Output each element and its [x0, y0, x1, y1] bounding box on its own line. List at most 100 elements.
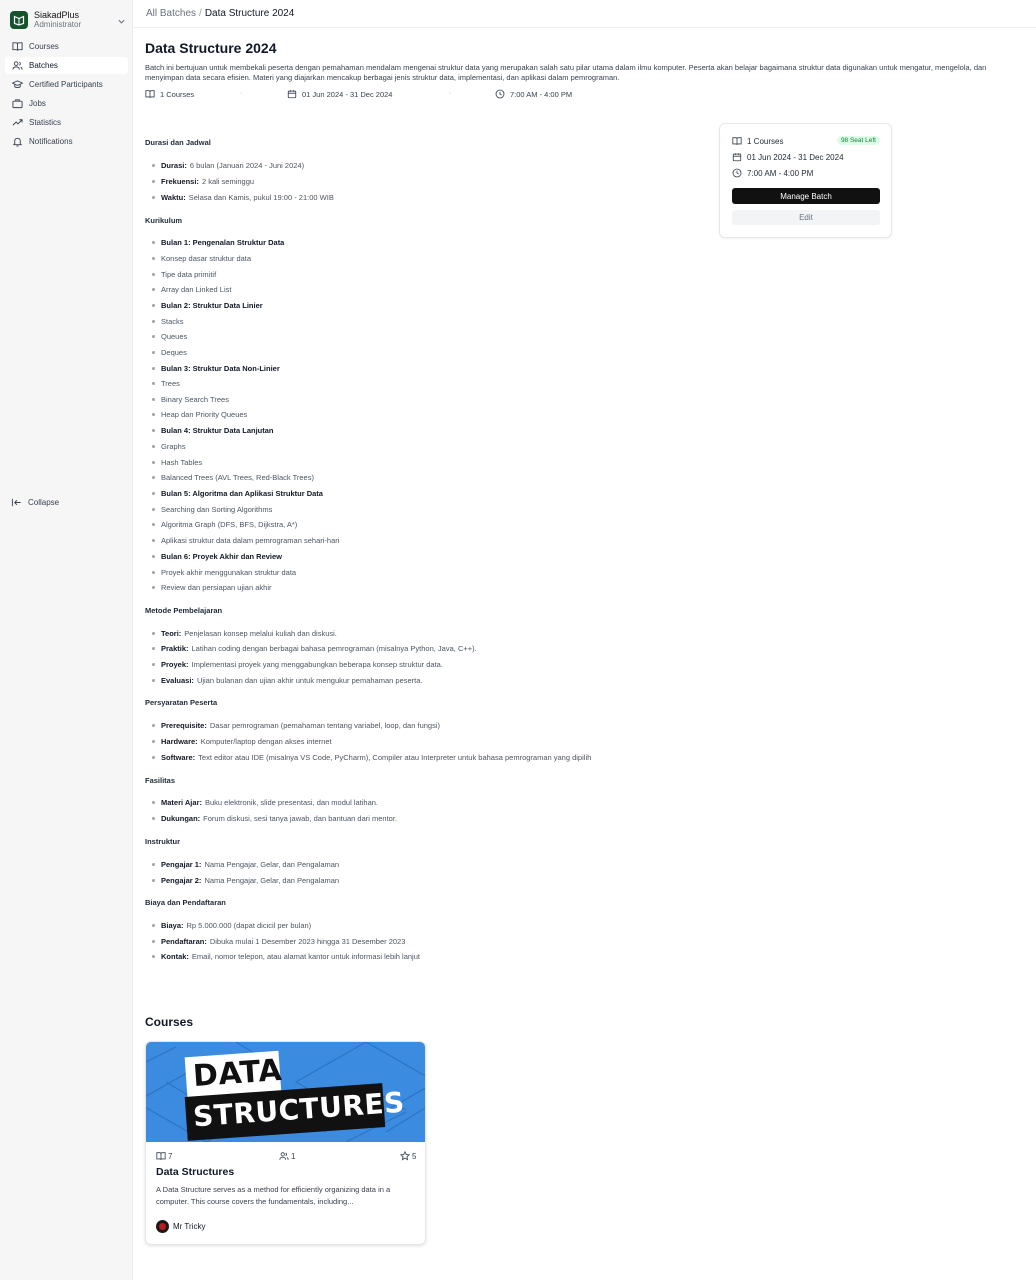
page-title: Data Structure 2024: [145, 40, 277, 56]
list-item: Kontak: Email, nomor telepon, atau alamat…: [152, 952, 420, 961]
section-heading: Instruktur: [145, 837, 181, 846]
list-item: Praktik: Latihan coding dengan berbagai b…: [152, 644, 477, 653]
course-thumbnail: DATA STRUCTURES: [146, 1042, 425, 1142]
card-courses-text: 1 Courses: [747, 136, 784, 146]
graduation-cap-icon: [11, 79, 23, 91]
star-icon: [400, 1151, 410, 1161]
list-item: Evaluasi: Ujian bulanan dan ujian akhir u…: [152, 676, 423, 685]
list-item: Software: Text editor atau IDE (misalnya …: [152, 753, 591, 762]
sidebar-item-label: Statistics: [29, 118, 62, 127]
sidebar-item-label: Notifications: [29, 137, 73, 146]
users-icon: [279, 1151, 289, 1161]
sidebar: SiakadPlus Administrator Courses Batches…: [0, 0, 133, 1280]
calendar-icon: [732, 152, 742, 162]
arrow-left-icon: [11, 497, 22, 508]
course-stats: 7 1 5: [156, 1151, 418, 1162]
list-item: Graphs: [152, 442, 186, 451]
collapse-sidebar-button[interactable]: Collapse: [11, 495, 59, 509]
sidebar-item-batches[interactable]: Batches: [5, 57, 128, 74]
list-item: Review dan persiapan ujian akhir: [152, 583, 271, 592]
list-item: Pengajar 1: Nama Pengajar, Gelar, dan Pen…: [152, 860, 339, 869]
list-item: Bulan 4: Struktur Data Lanjutan: [152, 426, 274, 435]
course-author: Mr Tricky: [156, 1220, 205, 1233]
list-item: Bulan 5: Algoritma dan Aplikasi Struktur…: [152, 489, 323, 498]
brand-switcher[interactable]: SiakadPlus Administrator: [10, 9, 130, 31]
meta-time-text: 7:00 AM - 4:00 PM: [510, 89, 573, 99]
list-item: Tipe data primitif: [152, 270, 216, 279]
clock-icon: [732, 168, 742, 178]
bell-icon: [11, 136, 23, 148]
list-item: Pendaftaran: Dibuka mulai 1 Desember 2023…: [152, 937, 405, 946]
section-heading: Metode Pembelajaran: [145, 606, 223, 615]
app-logo-icon: [10, 11, 28, 29]
clock-icon: [495, 89, 505, 99]
collapse-label: Collapse: [28, 497, 60, 507]
batch-meta: 1 Courses · 01 Jun 2024 - 31 Dec 2024 · …: [145, 89, 1025, 100]
card-time: 7:00 AM - 4:00 PM: [732, 168, 813, 178]
calendar-icon: [287, 89, 297, 99]
sidebar-item-label: Certified Participants: [29, 80, 103, 89]
meta-separator: ·: [449, 90, 452, 97]
sidebar-item-notifications[interactable]: Notifications: [5, 133, 128, 150]
chevron-down-icon[interactable]: [117, 13, 126, 31]
list-item: Stacks: [152, 317, 184, 326]
breadcrumb-all-batches[interactable]: All Batches: [146, 8, 196, 19]
list-item: Queues: [152, 332, 187, 341]
sidebar-item-label: Jobs: [29, 99, 46, 108]
card-dates: 01 Jun 2024 - 31 Dec 2024: [732, 152, 844, 162]
list-item: Aplikasi struktur data dalam pemrograman…: [152, 536, 339, 545]
course-rating: 5: [400, 1151, 416, 1161]
section-heading: Kurikulum: [145, 216, 183, 225]
breadcrumb-separator: /: [199, 8, 202, 19]
seat-left-badge: 98 Seat Left: [836, 136, 880, 145]
course-description: A Data Structure serves as a method for …: [156, 1185, 391, 1206]
course-title: Data Structures: [156, 1166, 235, 1178]
meta-dates-text: 01 Jun 2024 - 31 Dec 2024: [302, 89, 393, 99]
section-heading: Persyaratan Peserta: [145, 698, 218, 707]
list-item: Bulan 2: Struktur Data Linier: [152, 301, 263, 310]
meta-separator: ·: [240, 90, 243, 97]
list-item: Frekuensi: 2 kali seminggu: [152, 177, 254, 186]
list-item: Heap dan Priority Queues: [152, 410, 247, 419]
section-heading: Biaya dan Pendaftaran: [145, 898, 226, 907]
list-item: Trees: [152, 379, 180, 388]
book-icon: [732, 136, 742, 146]
meta-time: 7:00 AM - 4:00 PM: [495, 89, 572, 99]
list-item: Bulan 1: Pengenalan Struktur Data: [152, 238, 284, 247]
section-heading: Fasilitas: [145, 776, 176, 785]
list-item: Algoritma Graph (DFS, BFS, Dijkstra, A*): [152, 520, 297, 529]
sidebar-item-certified-participants[interactable]: Certified Participants: [5, 76, 128, 93]
meta-courses: 1 Courses: [145, 89, 194, 99]
book-icon: [11, 41, 23, 53]
list-item: Biaya: Rp 5.000.000 (dapat dicicil per bu…: [152, 921, 311, 930]
list-item: Balanced Trees (AVL Trees, Red-Black Tre…: [152, 473, 314, 482]
meta-courses-text: 1 Courses: [160, 89, 195, 99]
list-item: Materi Ajar: Buku elektronik, slide prese…: [152, 798, 378, 807]
breadcrumb: All Batches / Data Structure 2024: [134, 0, 1036, 28]
list-item: Teori: Penjelasan konsep melalui kuliah d…: [152, 629, 337, 638]
edit-batch-button[interactable]: Edit: [732, 210, 880, 225]
list-item: Proyek akhir menggunakan struktur data: [152, 568, 296, 577]
card-courses: 1 Courses: [732, 136, 783, 146]
section-heading: Durasi dan Jadwal: [145, 138, 211, 147]
sidebar-nav: Courses Batches Certified Participants J…: [5, 38, 128, 152]
list-item: Searching dan Sorting Algorithms: [152, 505, 272, 514]
list-item: Binary Search Trees: [152, 395, 229, 404]
sidebar-item-statistics[interactable]: Statistics: [5, 114, 128, 131]
card-time-text: 7:00 AM - 4:00 PM: [747, 168, 814, 178]
breadcrumb-current: Data Structure 2024: [204, 8, 295, 19]
sidebar-item-jobs[interactable]: Jobs: [5, 95, 128, 112]
course-lessons: 7: [156, 1151, 172, 1161]
manage-batch-button[interactable]: Manage Batch: [732, 188, 880, 204]
avatar: [156, 1220, 169, 1233]
card-dates-text: 01 Jun 2024 - 31 Dec 2024: [747, 152, 844, 162]
sidebar-item-courses[interactable]: Courses: [5, 38, 128, 55]
book-icon: [156, 1151, 166, 1161]
users-icon: [11, 60, 23, 72]
list-item: Hash Tables: [152, 458, 202, 467]
book-icon: [145, 89, 155, 99]
course-card[interactable]: DATA STRUCTURES 7 1 5 Data Structures A …: [145, 1041, 426, 1245]
user-role: Administrator: [34, 19, 82, 29]
trending-up-icon: [11, 117, 23, 129]
meta-dates: 01 Jun 2024 - 31 Dec 2024: [287, 89, 392, 99]
